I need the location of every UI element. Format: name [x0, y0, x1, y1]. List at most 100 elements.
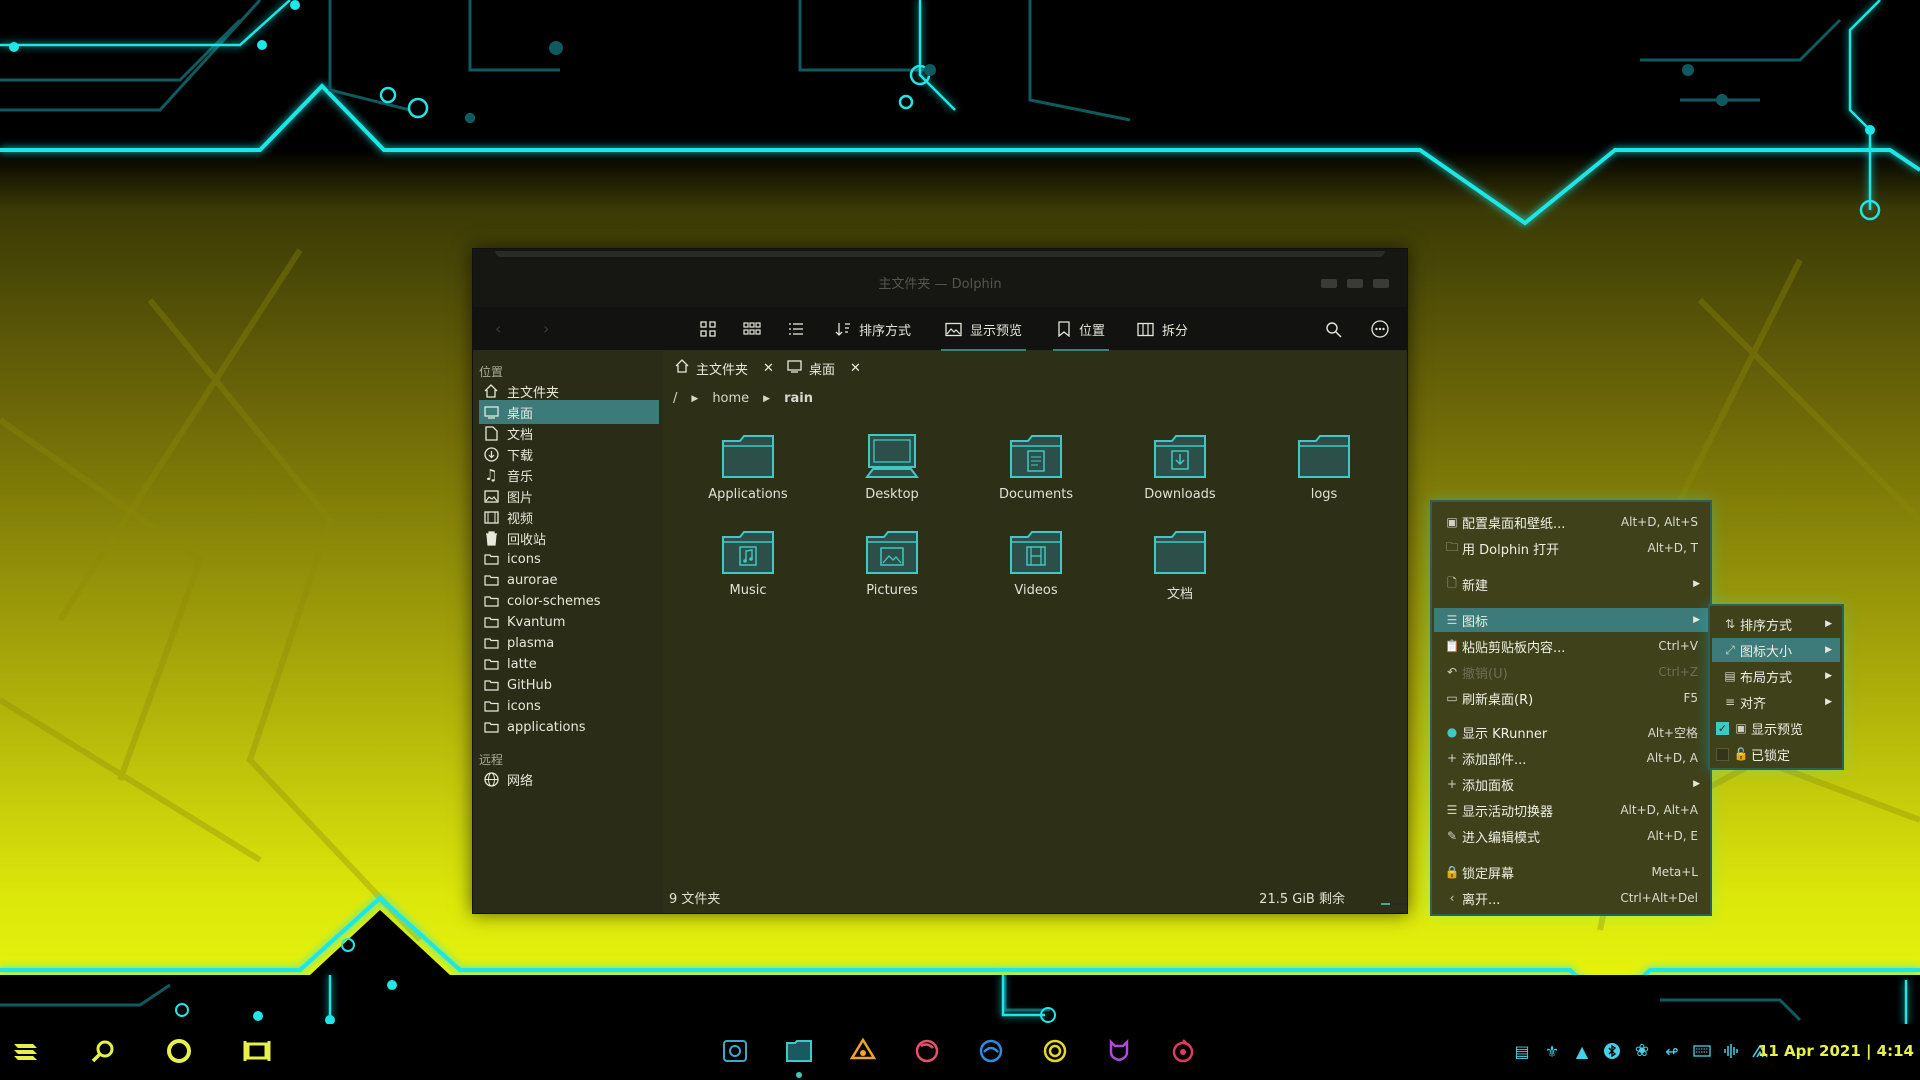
window-switcher-icon[interactable] — [242, 1036, 272, 1066]
close-tab-icon[interactable]: ✕ — [850, 361, 861, 376]
leave-icon: ‹ — [1449, 891, 1455, 905]
desktop-folder-icon — [865, 434, 919, 478]
icons-view-button[interactable] — [699, 317, 717, 341]
chevron-right-icon[interactable]: ▶ — [763, 394, 770, 404]
menu-item-icons[interactable]: ☰ 图标 ▶ — [1434, 608, 1708, 632]
menu-item-paste[interactable]: 📋 粘贴剪贴板内容... Ctrl+V — [1434, 634, 1708, 658]
file-item-logs[interactable]: logs — [1259, 431, 1389, 502]
file-name: logs — [1310, 487, 1338, 502]
tray-notes-icon[interactable]: ⚜ — [1540, 1036, 1564, 1066]
tab-desktop[interactable]: 桌面 ✕ — [787, 357, 861, 379]
forward-arrow-icon[interactable]: › — [543, 319, 549, 338]
free-space-bar — [1381, 903, 1407, 905]
screenshot-app-icon[interactable] — [720, 1036, 750, 1066]
menu-item-new[interactable]: 🗋 新建 ▶ — [1434, 572, 1708, 596]
file-item-documents[interactable]: Documents — [971, 431, 1101, 502]
checkbox-unchecked-icon[interactable] — [1716, 747, 1729, 761]
minimize-button[interactable] — [1321, 279, 1337, 288]
chevron-right-icon[interactable]: ▶ — [691, 394, 698, 404]
breadcrumb-home[interactable]: home — [712, 391, 749, 406]
submenu-item-align[interactable]: ≡ 对齐 ▶ — [1712, 690, 1840, 714]
menu-item-edit-mode[interactable]: ✎ 进入编辑模式 Alt+D, E — [1434, 824, 1708, 848]
overview-icon[interactable] — [164, 1036, 194, 1066]
taskbar: ▤ ⚜ ▲ ❀ ↫ 11 Apr 2021 | 4:14 — [0, 1024, 1920, 1080]
folder-icon — [722, 435, 774, 478]
submenu-item-locked[interactable]: 🔓 已锁定 — [1712, 742, 1840, 766]
pictures-folder-icon — [866, 531, 918, 574]
submenu-item-icon-size[interactable]: ⤢ 图标大小 ▶ — [1712, 638, 1840, 662]
music-folder-icon — [722, 531, 774, 574]
sidebar-item-applications[interactable]: applications — [479, 715, 659, 739]
menu-item-lock-screen[interactable]: 🔒 锁定屏幕 Meta+L — [1434, 860, 1708, 884]
firefox-icon[interactable] — [912, 1036, 942, 1066]
menu-item-activities[interactable]: ☰ 显示活动切换器 Alt+D, Alt+A — [1434, 798, 1708, 822]
tray-updates-icon[interactable]: ▲ — [1570, 1036, 1594, 1066]
tray-network-icon[interactable]: ↫ — [1660, 1036, 1684, 1066]
menu-item-label: 粘贴剪贴板内容... — [1462, 640, 1566, 656]
dolphin-app-icon[interactable] — [784, 1036, 814, 1066]
menu-shortcut: Ctrl+Alt+Del — [1620, 891, 1698, 905]
details-view-button[interactable] — [787, 317, 805, 341]
file-item-music[interactable]: Music — [683, 527, 813, 598]
menu-button[interactable] — [1371, 317, 1389, 341]
close-tab-icon[interactable]: ✕ — [763, 361, 774, 376]
file-item-applications[interactable]: Applications — [683, 431, 813, 502]
split-view-icon — [1137, 322, 1154, 336]
tab-home[interactable]: 主文件夹 ✕ — [675, 357, 774, 379]
github-icon[interactable] — [1104, 1036, 1134, 1066]
menu-item-label: 锁定屏幕 — [1462, 866, 1515, 882]
submenu-item-sort[interactable]: ⇅ 排序方式 ▶ — [1712, 612, 1840, 636]
folder-icon — [483, 593, 499, 609]
file-item-wendang[interactable]: 文档 — [1115, 527, 1245, 602]
app-icon-orange[interactable] — [848, 1036, 878, 1066]
edge-icon[interactable] — [976, 1036, 1006, 1066]
menu-item-open-dolphin[interactable]: 🗀 用 Dolphin 打开 Alt+D, T — [1434, 536, 1708, 560]
tray-keyboard-icon[interactable] — [1690, 1036, 1714, 1066]
tray-bluetooth-icon[interactable] — [1600, 1036, 1624, 1066]
sort-button[interactable]: 排序方式 — [835, 317, 911, 341]
file-item-pictures[interactable]: Pictures — [827, 527, 957, 598]
app-launcher-icon[interactable] — [10, 1036, 40, 1066]
back-arrow-icon[interactable]: ‹ — [495, 319, 501, 338]
menu-item-leave[interactable]: ‹ 离开... Ctrl+Alt+Del — [1434, 886, 1708, 910]
compact-view-button[interactable] — [743, 317, 761, 341]
menu-item-krunner[interactable]: ● 显示 KRunner Alt+空格 — [1434, 720, 1708, 744]
sidebar-item-network[interactable]: 网络 — [479, 767, 659, 791]
menu-item-add-panel[interactable]: + 添加面板 ▶ — [1434, 772, 1708, 796]
breadcrumb-root[interactable]: / — [673, 391, 677, 406]
file-item-desktop[interactable]: Desktop — [827, 431, 957, 502]
preview-toggle[interactable]: 显示预览 — [940, 317, 1027, 351]
search-icon — [1326, 321, 1342, 338]
breadcrumb-current[interactable]: rain — [784, 391, 813, 406]
split-button[interactable]: 拆分 — [1137, 317, 1188, 341]
file-name: Pictures — [866, 583, 918, 598]
menu-item-add-widgets[interactable]: + 添加部件... Alt+D, A — [1434, 746, 1708, 770]
folder-open-icon: 🗀 — [1445, 539, 1458, 554]
menu-item-configure-desktop[interactable]: ▣ 配置桌面和壁纸... Alt+D, Alt+S — [1434, 510, 1708, 534]
clock[interactable]: 11 Apr 2021 | 4:14 — [1758, 1042, 1914, 1060]
file-item-downloads[interactable]: Downloads — [1115, 431, 1245, 502]
sidebar-item-label: 下载 — [507, 448, 534, 464]
folder-icon — [483, 614, 499, 630]
checkbox-checked-icon[interactable]: ✓ — [1716, 721, 1729, 735]
close-button[interactable] — [1373, 279, 1389, 288]
tray-app-icon[interactable]: ▤ — [1510, 1036, 1534, 1066]
app-icon-yellow[interactable] — [1040, 1036, 1070, 1066]
title-bar[interactable]: 主文件夹 — Dolphin — [473, 249, 1407, 307]
menu-shortcut: Ctrl+Z — [1658, 665, 1698, 679]
places-toggle[interactable]: 位置 — [1052, 317, 1110, 351]
submenu-item-layout[interactable]: ▤ 布局方式 ▶ — [1712, 664, 1840, 688]
submenu-item-show-preview[interactable]: ✓ ▣ 显示预览 — [1712, 716, 1840, 740]
menu-item-undo[interactable]: ↶ 撤销(U) Ctrl+Z — [1434, 660, 1708, 684]
search-button[interactable] — [1325, 317, 1342, 341]
tray-audio-icon[interactable] — [1720, 1036, 1744, 1066]
submenu-arrow-icon: ▶ — [1825, 671, 1832, 681]
folder-icon — [483, 635, 499, 651]
tray-settings-icon[interactable]: ❀ — [1630, 1036, 1654, 1066]
search-icon[interactable] — [88, 1036, 118, 1066]
maximize-button[interactable] — [1347, 279, 1363, 288]
music-player-icon[interactable] — [1168, 1036, 1198, 1066]
menu-item-refresh[interactable]: ▭ 刷新桌面(R) F5 — [1434, 686, 1708, 710]
file-item-videos[interactable]: Videos — [971, 527, 1101, 598]
sidebar-item-label: aurorae — [507, 572, 558, 588]
